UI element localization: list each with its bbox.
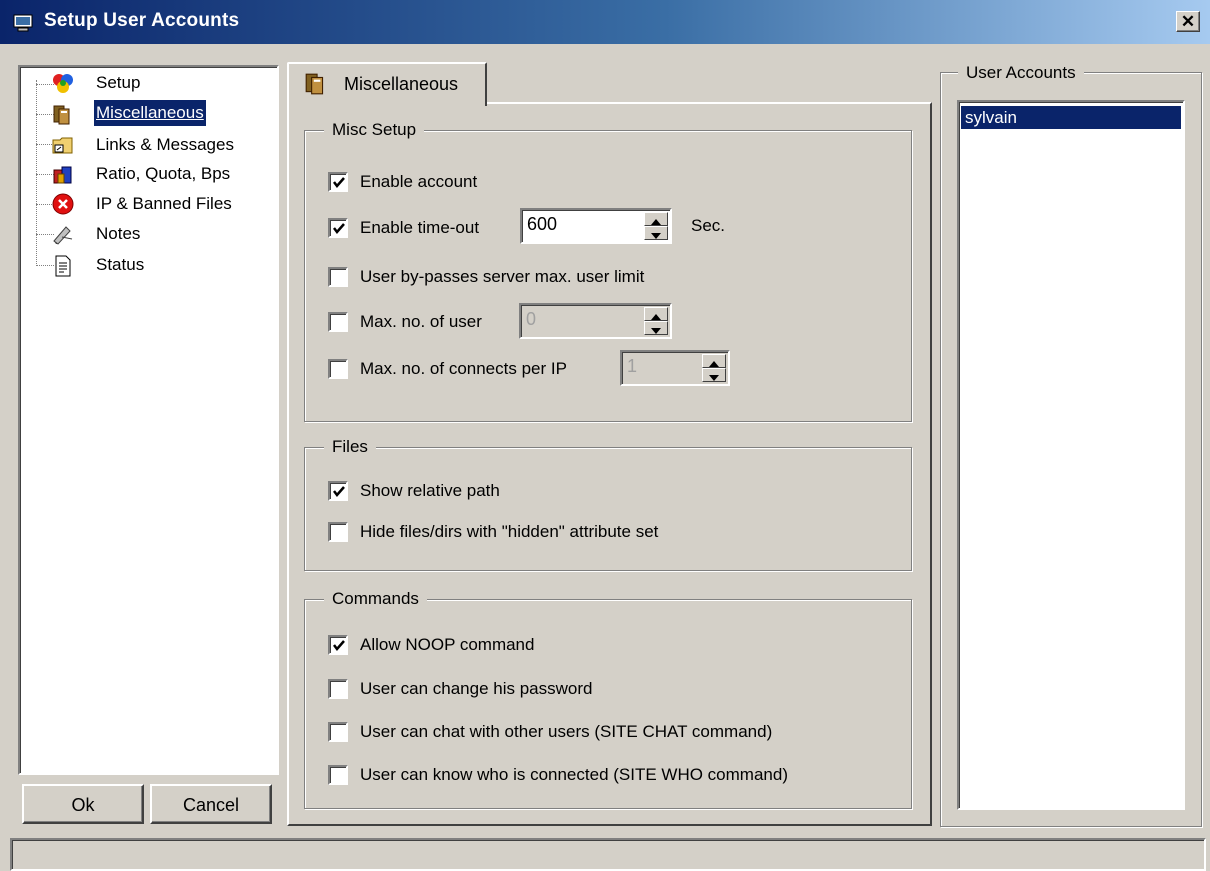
check-mark-icon bbox=[333, 486, 345, 497]
checkbox-label: User can chat with other users (SITE CHA… bbox=[360, 722, 773, 741]
timeout-spinner[interactable]: 600 bbox=[520, 208, 672, 244]
group-title: User Accounts bbox=[958, 63, 1084, 83]
checkbox-label: User by-passes server max. user limit bbox=[360, 267, 645, 286]
cancel-button[interactable]: Cancel bbox=[150, 784, 272, 824]
user-accounts-list[interactable] bbox=[957, 100, 1185, 810]
spin-buttons[interactable] bbox=[702, 354, 726, 382]
checkbox-box[interactable] bbox=[328, 481, 348, 501]
window-title: Setup User Accounts bbox=[44, 10, 240, 31]
miscellaneous-icon bbox=[304, 72, 328, 101]
check-mark-icon bbox=[333, 640, 345, 651]
spin-up-button[interactable] bbox=[644, 212, 668, 226]
group-title: Files bbox=[324, 437, 376, 457]
folder-link-icon bbox=[52, 134, 73, 154]
status-bar bbox=[10, 838, 1206, 871]
checkbox-label: Hide files/dirs with "hidden" attribute … bbox=[360, 522, 659, 541]
max-users-spinner[interactable]: 0 bbox=[519, 303, 672, 339]
checkbox-box[interactable] bbox=[328, 312, 348, 332]
spin-up-button[interactable] bbox=[702, 354, 726, 368]
tree-item-label: Miscellaneous bbox=[94, 100, 206, 126]
checkbox-label: Enable account bbox=[360, 172, 478, 191]
checkbox-box[interactable] bbox=[328, 722, 348, 742]
close-icon: ✕ bbox=[1180, 12, 1196, 31]
checkbox-box[interactable] bbox=[328, 359, 348, 379]
max-connects-spinner[interactable]: 1 bbox=[620, 350, 730, 386]
tree-item-label: Ratio, Quota, Bps bbox=[96, 164, 231, 183]
max-users-value[interactable]: 0 bbox=[526, 309, 536, 330]
spin-buttons[interactable] bbox=[644, 212, 668, 240]
notes-icon bbox=[52, 223, 73, 245]
checkbox-box[interactable] bbox=[328, 522, 348, 542]
tab-label: Miscellaneous bbox=[344, 74, 459, 94]
status-icon bbox=[52, 255, 72, 277]
check-mark-icon bbox=[333, 177, 345, 188]
tree-item-label: Notes bbox=[96, 224, 141, 243]
files-group bbox=[304, 447, 912, 571]
close-button[interactable]: ✕ bbox=[1176, 11, 1200, 32]
spin-up-button[interactable] bbox=[644, 307, 668, 321]
spin-down-button[interactable] bbox=[644, 321, 668, 335]
tree-item-label: IP & Banned Files bbox=[96, 194, 232, 213]
spin-down-button[interactable] bbox=[644, 226, 668, 240]
computer-icon bbox=[13, 14, 33, 32]
ok-button[interactable]: Ok bbox=[22, 784, 144, 824]
checkbox-box[interactable] bbox=[328, 635, 348, 655]
checkbox-label: Allow NOOP command bbox=[360, 635, 535, 654]
checkbox-label: Show relative path bbox=[360, 481, 500, 500]
ok-button-label: Ok bbox=[71, 795, 95, 815]
checkbox-label: User can change his password bbox=[360, 679, 593, 698]
tree-item-label: Links & Messages bbox=[96, 135, 234, 154]
spin-buttons[interactable] bbox=[644, 307, 668, 335]
banned-icon bbox=[52, 193, 74, 215]
checkbox-box[interactable] bbox=[328, 172, 348, 192]
user-list-item[interactable]: sylvain bbox=[961, 106, 1181, 129]
check-mark-icon bbox=[333, 223, 345, 234]
setup-icon bbox=[52, 72, 73, 93]
group-title: Commands bbox=[324, 589, 427, 609]
tree-connector bbox=[36, 80, 37, 266]
group-title: Misc Setup bbox=[324, 120, 425, 140]
cancel-button-label: Cancel bbox=[182, 795, 240, 815]
checkbox-label: Enable time-out bbox=[360, 218, 480, 237]
timeout-unit: Sec. bbox=[691, 216, 726, 235]
spin-down-button[interactable] bbox=[702, 368, 726, 382]
tree-item-label: Setup bbox=[96, 73, 141, 92]
checkbox-label: User can know who is connected (SITE WHO… bbox=[360, 765, 788, 784]
timeout-value[interactable]: 600 bbox=[527, 214, 557, 235]
miscellaneous-icon bbox=[52, 104, 72, 125]
checkbox-box[interactable] bbox=[328, 679, 348, 699]
checkbox-box[interactable] bbox=[328, 765, 348, 785]
checkbox-label: Max. no. of user bbox=[360, 312, 482, 331]
checkbox-box[interactable] bbox=[328, 218, 348, 238]
max-connects-value[interactable]: 1 bbox=[627, 356, 637, 377]
ratio-quota-icon bbox=[52, 164, 72, 184]
tree-item-label: Status bbox=[96, 255, 145, 274]
checkbox-box[interactable] bbox=[328, 267, 348, 287]
checkbox-label: Max. no. of connects per IP bbox=[360, 359, 567, 378]
